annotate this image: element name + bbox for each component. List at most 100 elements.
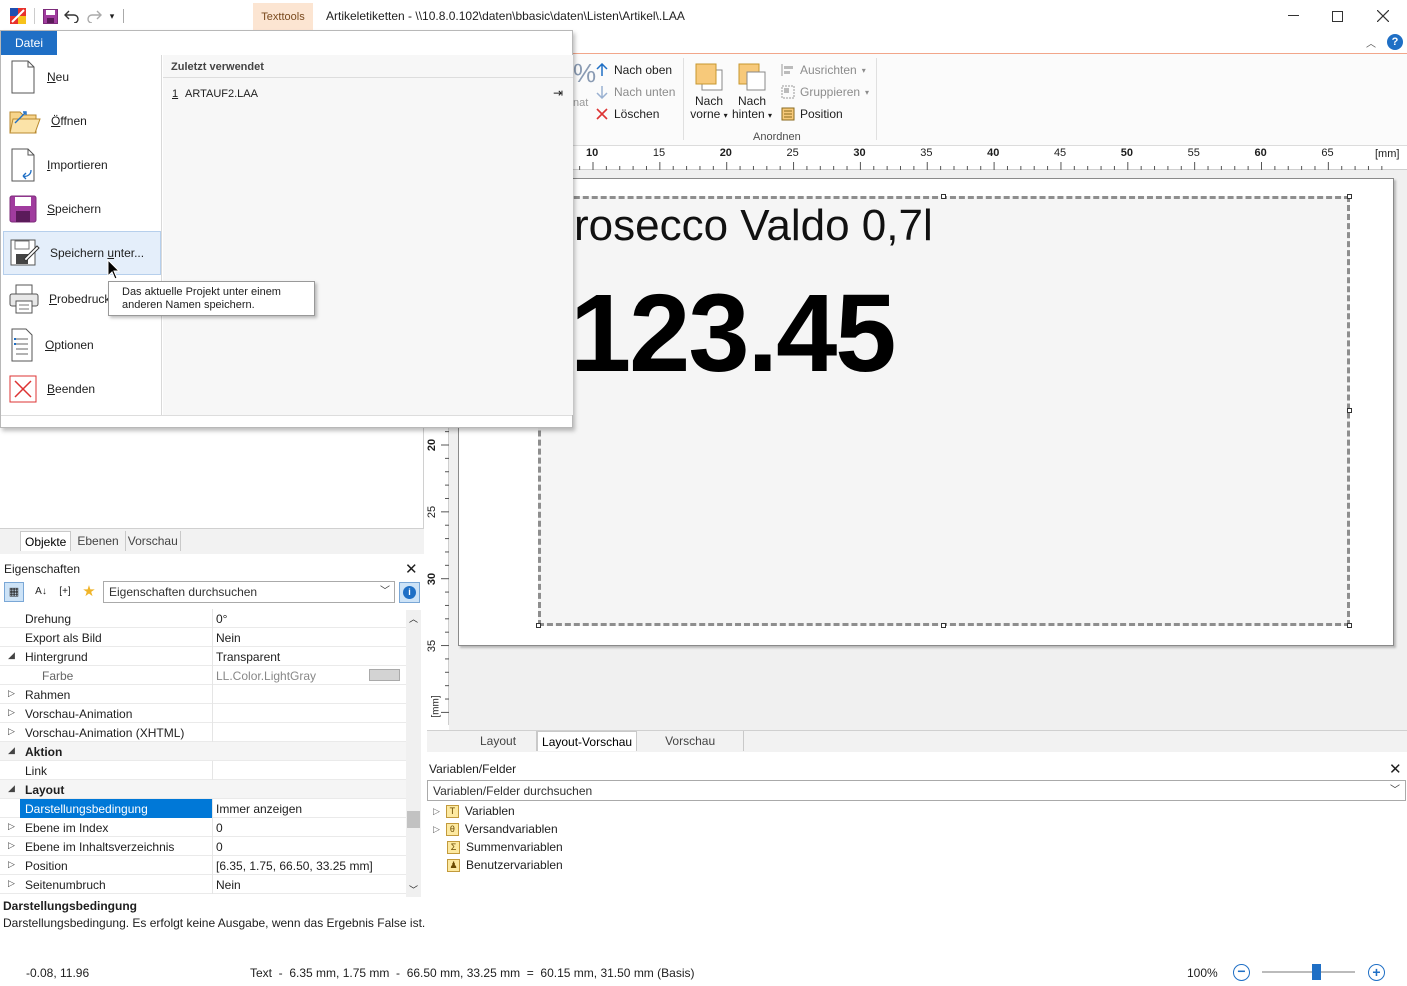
chevron-down-icon[interactable]: ﹀	[1390, 781, 1400, 801]
backstage-speichern[interactable]: Speichern	[3, 187, 161, 231]
app-logo-icon[interactable]	[9, 7, 27, 25]
position-button[interactable]: Position	[781, 107, 843, 121]
tree-item-variablen[interactable]: ▷ T Variablen	[433, 804, 515, 818]
collapse-ribbon-icon[interactable]: ︿	[1366, 35, 1376, 50]
send-down-button[interactable]: Nach unten	[595, 85, 675, 99]
tree-item-benutzervariablen[interactable]: ♟ Benutzervariablen	[447, 858, 563, 872]
property-row[interactable]: ▷ Vorschau-Animation (XHTML)	[0, 723, 406, 742]
close-button[interactable]	[1360, 0, 1406, 32]
backstage-oeffnen[interactable]: Öffnen	[3, 99, 161, 143]
property-row[interactable]: ▷ Ebene im Index 0	[0, 818, 406, 837]
tab-vorschau[interactable]: Vorschau	[637, 731, 745, 751]
property-value[interactable]: Transparent	[216, 650, 280, 664]
resize-handle-top[interactable]	[941, 194, 946, 199]
tab-datei[interactable]: Datei	[1, 31, 57, 55]
label-product-text[interactable]: rosecco Valdo 0,7l	[574, 201, 933, 251]
scroll-up-icon[interactable]: ︿	[409, 612, 418, 625]
zoom-in-icon[interactable]: +	[1368, 964, 1385, 981]
expand-toggle-icon[interactable]: ◢	[8, 745, 15, 756]
quick-save-icon[interactable]	[41, 7, 59, 25]
backstage-optionen[interactable]: Optionen	[3, 323, 161, 367]
tab-ebenen[interactable]: Ebenen	[71, 531, 126, 551]
group-button[interactable]: Gruppieren ▾	[781, 85, 869, 99]
property-value[interactable]: LL.Color.LightGray	[216, 669, 316, 683]
minimize-button[interactable]	[1270, 0, 1316, 32]
property-row[interactable]: ◢ Hintergrund Transparent	[0, 647, 406, 666]
property-value[interactable]: [6.35, 1.75, 66.50, 33.25 mm]	[216, 859, 373, 873]
expand-toggle-icon[interactable]: ▷	[8, 688, 15, 699]
zoom-slider[interactable]	[1262, 964, 1355, 980]
zoom-out-icon[interactable]: −	[1233, 964, 1250, 981]
text-object-selection[interactable]	[538, 196, 1350, 626]
property-row[interactable]: ▷ Rahmen	[0, 685, 406, 704]
help-icon[interactable]: ?	[1387, 34, 1403, 50]
property-value[interactable]: 0	[216, 840, 223, 854]
bring-up-button[interactable]: Nach oben	[595, 63, 672, 77]
color-swatch[interactable]	[369, 669, 400, 681]
property-row[interactable]: ◢ Aktion	[0, 742, 406, 761]
delete-button[interactable]: Löschen	[595, 107, 659, 121]
expand-toggle-icon[interactable]: ◢	[8, 783, 15, 794]
tab-layout[interactable]: Layout	[460, 731, 538, 751]
property-value[interactable]: Immer anzeigen	[216, 802, 302, 816]
property-row[interactable]: ▷ Position [6.35, 1.75, 66.50, 33.25 mm]	[0, 856, 406, 875]
expand-all-icon[interactable]: [+]	[54, 582, 76, 602]
backstage-neu[interactable]: Neu	[3, 55, 161, 99]
resize-handle-bottom-right[interactable]	[1347, 623, 1352, 628]
property-row[interactable]: Darstellungsbedingung Immer anzeigen	[0, 799, 406, 818]
tree-item-summenvariablen[interactable]: Σ Summenvariablen	[447, 840, 563, 854]
property-value[interactable]: Nein	[216, 878, 241, 892]
property-value[interactable]: Nein	[216, 631, 241, 645]
property-row[interactable]: Drehung 0°	[0, 609, 406, 628]
expand-toggle-icon[interactable]: ▷	[8, 859, 15, 870]
pin-icon[interactable]: ⇥	[553, 86, 563, 100]
label-price-text[interactable]: 123.45	[570, 270, 896, 397]
property-row[interactable]: Export als Bild Nein	[0, 628, 406, 647]
property-row[interactable]: ▷ Seitenumbruch Nein	[0, 875, 406, 894]
tab-layout-vorschau[interactable]: Layout-Vorschau	[537, 731, 638, 751]
properties-scrollbar[interactable]: ︿ ﹀	[406, 610, 421, 897]
redo-icon[interactable]	[85, 7, 103, 25]
variables-search-input[interactable]: Variablen/Felder durchsuchen ﹀	[427, 780, 1406, 801]
info-button[interactable]: i	[399, 582, 420, 603]
variables-close-icon[interactable]: ✕	[1389, 760, 1402, 778]
backstage-beenden[interactable]: Beenden	[3, 367, 161, 411]
send-to-back-button[interactable]: Nach hinten ▾	[731, 62, 773, 130]
property-value[interactable]: 0	[216, 821, 223, 835]
customize-quick-access-icon[interactable]: ▾	[107, 7, 117, 25]
resize-handle-bottom[interactable]	[941, 623, 946, 628]
expand-toggle-icon[interactable]: ▷	[8, 726, 15, 737]
properties-close-icon[interactable]: ✕	[405, 560, 418, 578]
context-tab-texttools[interactable]: Texttools	[253, 3, 313, 31]
expand-toggle-icon[interactable]: ▷	[8, 707, 15, 718]
resize-handle-right[interactable]	[1347, 408, 1352, 413]
expand-toggle-icon[interactable]: ▷	[8, 878, 15, 889]
backstage-speichern-unter[interactable]: Speichern unter...	[3, 231, 161, 275]
expand-chevron-icon[interactable]: ▷	[433, 824, 440, 835]
property-row[interactable]: Link	[0, 761, 406, 780]
backstage-importieren[interactable]: Importieren	[3, 143, 161, 187]
properties-search-input[interactable]: Eigenschaften durchsuchen ﹀	[103, 581, 395, 603]
bring-to-front-button[interactable]: Nach vorne ▾	[689, 62, 729, 130]
recent-file-item[interactable]: 1 ARTAUF2.LAA ⇥	[163, 83, 573, 105]
property-value[interactable]: 0°	[216, 612, 227, 626]
property-row[interactable]: Farbe LL.Color.LightGray	[0, 666, 406, 685]
expand-toggle-icon[interactable]: ◢	[8, 650, 15, 661]
property-row[interactable]: ◢ Layout	[0, 780, 406, 799]
expand-toggle-icon[interactable]: ▷	[8, 821, 15, 832]
tab-vorschau-left[interactable]: Vorschau	[126, 531, 181, 551]
undo-icon[interactable]	[63, 7, 81, 25]
property-row[interactable]: ▷ Ebene im Inhaltsverzeichnis 0	[0, 837, 406, 856]
expand-toggle-icon[interactable]: ▷	[8, 840, 15, 851]
scroll-down-icon[interactable]: ﹀	[409, 883, 418, 896]
resize-handle-bottom-left[interactable]	[536, 623, 541, 628]
tab-objekte[interactable]: Objekte	[20, 531, 72, 551]
scrollbar-thumb[interactable]	[407, 811, 420, 828]
favorites-star-icon[interactable]: ★	[80, 582, 98, 602]
align-button[interactable]: Ausrichten ▾	[781, 63, 866, 77]
maximize-button[interactable]	[1314, 0, 1360, 32]
property-row[interactable]: ▷ Vorschau-Animation	[0, 704, 406, 723]
sort-alpha-icon[interactable]: A↓	[31, 582, 51, 602]
categorized-view-icon[interactable]: ▦	[4, 582, 24, 602]
zoom-slider-thumb[interactable]	[1312, 964, 1321, 980]
